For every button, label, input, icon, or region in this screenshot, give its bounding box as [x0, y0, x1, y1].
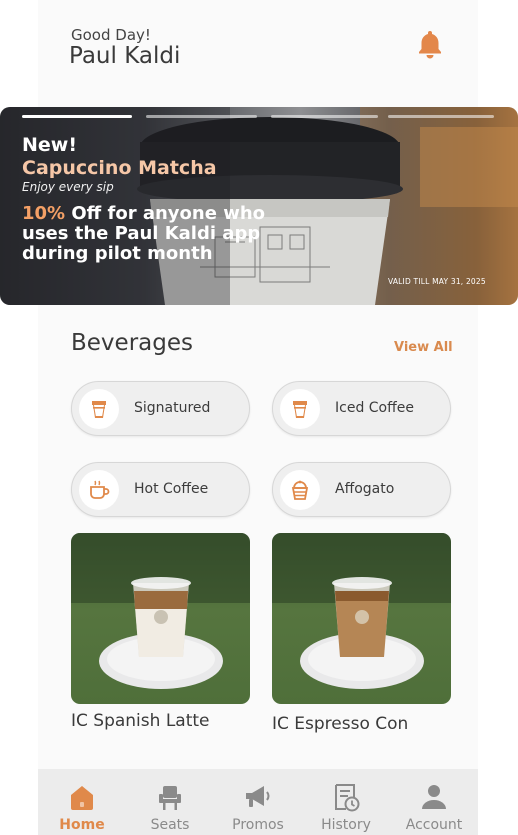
history-icon [335, 784, 360, 812]
product-name[interactable]: IC Espresso Con [272, 714, 408, 734]
user-icon [422, 785, 446, 809]
greeting-text: Good Day! [71, 26, 151, 44]
nav-label: Account [405, 817, 463, 833]
dessert-cup-icon [280, 470, 320, 510]
slide-indicator-2[interactable] [146, 115, 257, 118]
view-all-link[interactable]: View All [394, 340, 453, 355]
nav-item-promos[interactable]: Promos [214, 769, 302, 835]
product-card-spanish-latte[interactable] [71, 533, 250, 704]
product-card-espresso-con[interactable] [272, 533, 451, 704]
banner-tagline: Enjoy every sip [22, 180, 114, 194]
nav-item-account[interactable]: Account [390, 769, 478, 835]
product-image [272, 533, 451, 689]
promo-banner[interactable]: New! Capuccino Matcha Enjoy every sip 10… [0, 107, 518, 305]
nav-label: Promos [232, 817, 284, 833]
notification-bell-icon[interactable] [414, 28, 446, 60]
banner-product-name: Capuccino Matcha [22, 157, 217, 179]
banner-tag: New! [22, 134, 78, 156]
slide-indicator-1[interactable] [22, 115, 132, 118]
banner-offer-percent: 10% [22, 203, 66, 224]
nav-label: History [321, 817, 371, 833]
nav-label: Home [59, 817, 105, 833]
slide-indicator-4[interactable] [388, 115, 494, 118]
product-image [71, 533, 250, 689]
slide-indicator-3[interactable] [271, 115, 378, 118]
megaphone-icon [246, 786, 270, 807]
seat-icon [159, 786, 181, 810]
category-chip-affogato[interactable]: Affogato [272, 462, 451, 517]
home-icon [71, 786, 93, 810]
category-label: Iced Coffee [335, 400, 414, 416]
section-title-beverages: Beverages [71, 330, 193, 356]
banner-validity: VALID TILL MAY 31, 2025 [388, 277, 486, 286]
category-label: Signatured [134, 400, 211, 416]
category-label: Affogato [335, 481, 395, 497]
user-name: Paul Kaldi [69, 43, 181, 69]
product-name[interactable]: IC Spanish Latte [71, 711, 210, 731]
nav-item-seats[interactable]: Seats [126, 769, 214, 835]
category-label: Hot Coffee [134, 481, 209, 497]
banner-offer-text: 10% Off for anyone who uses the Paul Kal… [22, 204, 292, 264]
category-chip-iced-coffee[interactable]: Iced Coffee [272, 381, 451, 436]
banner-offer-line2: uses the Paul Kaldi app [22, 223, 261, 244]
nav-item-history[interactable]: History [302, 769, 390, 835]
mug-icon [79, 470, 119, 510]
nav-label: Seats [150, 817, 190, 833]
bottom-nav: Home Seats Promos History Account [38, 769, 478, 835]
cup-icon [79, 389, 119, 429]
category-chip-signatured[interactable]: Signatured [71, 381, 250, 436]
banner-offer-line1: Off for anyone who [65, 203, 266, 224]
nav-item-home[interactable]: Home [38, 769, 126, 835]
category-chip-hot-coffee[interactable]: Hot Coffee [71, 462, 250, 517]
cup-icon [280, 389, 320, 429]
banner-offer-line3: during pilot month [22, 243, 213, 264]
